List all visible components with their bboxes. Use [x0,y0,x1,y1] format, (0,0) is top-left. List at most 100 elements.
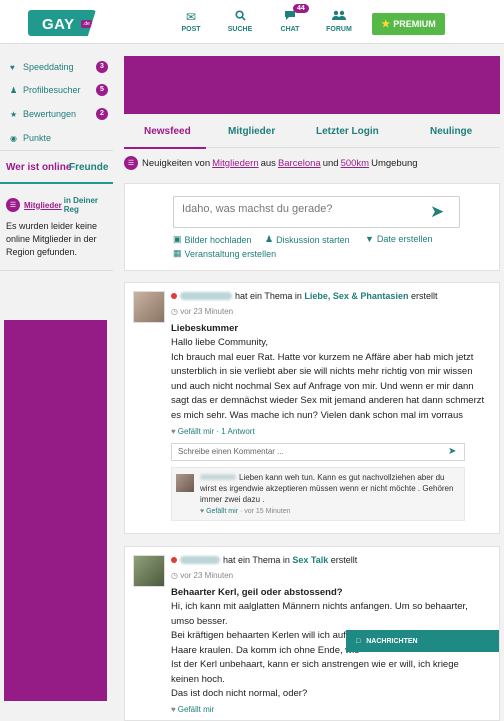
post-time-text: vor 23 Minuten [180,307,234,316]
blurred-username[interactable] [200,474,236,480]
nav-chat[interactable]: 44 CHAT [265,4,315,33]
nav-search-label: SUCHE [227,26,253,33]
post-action: hat ein Thema in [223,555,290,565]
messages-bar[interactable]: □ NACHRICHTEN [346,630,499,652]
blurred-username[interactable] [180,556,220,564]
action-label: Date erstellen [376,234,433,244]
top-ad-banner[interactable] [124,56,500,114]
sidebar-item-speeddating[interactable]: ♥ Speeddating 3 [10,59,108,75]
like-label: Gefällt mir [177,705,215,714]
radius-link[interactable]: 500km [341,158,370,169]
post-title: Liebeskummer [171,323,239,334]
user-icon: ♟ [10,85,18,95]
glass-icon: ▼ [365,234,374,244]
feed-post: hat ein Thema in Liebe, Sex & Phantasien… [124,282,500,534]
create-event-button[interactable]: ▦ Veranstaltung erstellen [173,248,276,259]
action-label: Diskussion starten [276,234,350,245]
image-icon: ▣ [173,234,182,244]
tab-neulinge[interactable]: Neulinge [430,126,472,137]
tab-letzter-login[interactable]: Letzter Login [316,126,379,137]
status-composer: Idaho, was machst du gerade? ➤ ▣ Bilder … [124,183,500,271]
left-sidebar: ♥ Speeddating 3 ♟ Profilbesucher 5 ★ Bew… [0,44,113,721]
filter-icon[interactable]: ☰ [124,156,138,170]
sidebar-item-bewertungen[interactable]: ★ Bewertungen 2 [10,106,108,122]
post-header: hat ein Thema in Sex Talk erstellt ◷ vor… [133,555,357,587]
like-row[interactable]: ♥ Gefällt mir [171,705,214,714]
post-action: erstellt [410,291,438,301]
news-text: aus [260,157,276,169]
avatar[interactable] [176,474,194,492]
chat-count-badge: 44 [293,4,309,13]
create-date-button[interactable]: ▼ Date erstellen [365,234,432,244]
action-label: Veranstaltung erstellen [184,248,277,259]
sidebar-item-punkte[interactable]: ◉ Punkte [10,130,108,146]
post-header: hat ein Thema in Liebe, Sex & Phantasien… [133,291,437,323]
online-status-dot [171,293,177,299]
tab-freunde[interactable]: Freunde [69,162,108,173]
start-discussion-button[interactable]: ♟ Diskussion starten [265,234,350,245]
like-row[interactable]: ♥ Gefällt mir · 1 Antwort [171,427,255,436]
users-icon [314,10,364,24]
reply-time: · vor 15 Minuten [239,508,291,515]
comment-placeholder: Schreibe einen Kommentar ... [178,447,284,456]
blurred-username[interactable] [180,292,232,300]
news-filter-line: ☰ Neuigkeiten von Mitgliedern aus Barcel… [124,156,500,170]
sidebar-item-label: Bewertungen [23,109,77,119]
sidebar-item-label: Speeddating [23,62,74,72]
sidebar-ad-banner[interactable] [4,320,107,701]
tab-underline [0,182,113,184]
count-badge: 2 [96,108,108,120]
top-header: GAY .de ✉ POST SUCHE 44 CHAT FORUM ★ PRE… [0,0,504,44]
nav-forum[interactable]: FORUM [314,10,364,33]
post-meta: hat ein Thema in Liebe, Sex & Phantasien… [171,291,437,323]
reply-like-link[interactable]: Gefällt mir [206,508,238,515]
site-logo[interactable]: GAY .de [28,10,96,36]
tab-mitglieder[interactable]: Mitglieder [228,126,275,137]
members-link[interactable]: Mitgliedern [212,158,258,169]
sidebar-item-profilbesucher[interactable]: ♟ Profilbesucher 5 [10,82,108,98]
news-text: Umgebung [371,157,418,169]
post-time: ◷ vor 23 Minuten [171,571,234,580]
premium-button[interactable]: ★ PREMIUM [372,13,445,35]
comment-input[interactable]: Schreibe einen Kommentar ... ➤ [171,443,465,461]
online-filter[interactable]: ☰ Mitglieder in Deiner Reg [6,196,112,214]
category-link[interactable]: Liebe, Sex & Phantasien [304,291,408,301]
coins-icon: ◉ [10,133,17,143]
send-icon[interactable]: ➤ [448,446,456,457]
calendar-icon: ▦ [173,248,182,258]
reply-text: Lieben kann weh tun. Kann es gut nachvol… [200,472,460,505]
premium-label: PREMIUM [393,19,436,29]
star-icon: ★ [381,18,391,30]
post-time-text: vor 23 Minuten [180,571,234,580]
post-body: Hallo liebe Community, Ich brauch mal eu… [171,337,485,421]
members-link[interactable]: Mitglieder [24,201,62,210]
send-icon[interactable]: ➤ [430,202,444,222]
upload-images-button[interactable]: ▣ Bilder hochladen [173,234,252,245]
envelope-icon: ✉ [185,10,197,24]
chat-icon [265,10,315,24]
status-input[interactable]: Idaho, was machst du gerade? ➤ [173,196,460,228]
count-badge: 3 [96,61,108,73]
reply-body: Lieben kann weh tun. Kann es gut nachvol… [200,473,454,504]
logo-text: GAY [42,16,75,33]
nav-forum-label: FORUM [326,26,352,33]
divider [0,150,113,151]
city-link[interactable]: Barcelona [278,158,321,169]
reply-meta: ♥ Gefällt mir · vor 15 Minuten [200,508,291,515]
avatar[interactable] [133,291,165,323]
nav-search[interactable]: SUCHE [215,10,265,33]
messages-label: NACHRICHTEN [366,637,418,645]
heart-icon: ♥ [171,705,176,714]
nav-post[interactable]: ✉ POST [166,10,216,33]
users-icon: ♟ [265,234,274,244]
news-text: und [322,157,339,169]
tab-wer-ist-online[interactable]: Wer ist online [6,162,71,173]
like-label: Gefällt mir · 1 Antwort [177,427,255,436]
category-link[interactable]: Sex Talk [292,555,328,565]
avatar[interactable] [133,555,165,587]
count-badge: 5 [96,84,108,96]
tab-newsfeed[interactable]: Newsfeed [144,126,191,137]
search-icon [215,10,265,24]
status-placeholder: Idaho, was machst du gerade? [182,203,333,215]
action-label: Bilder hochladen [184,234,252,245]
